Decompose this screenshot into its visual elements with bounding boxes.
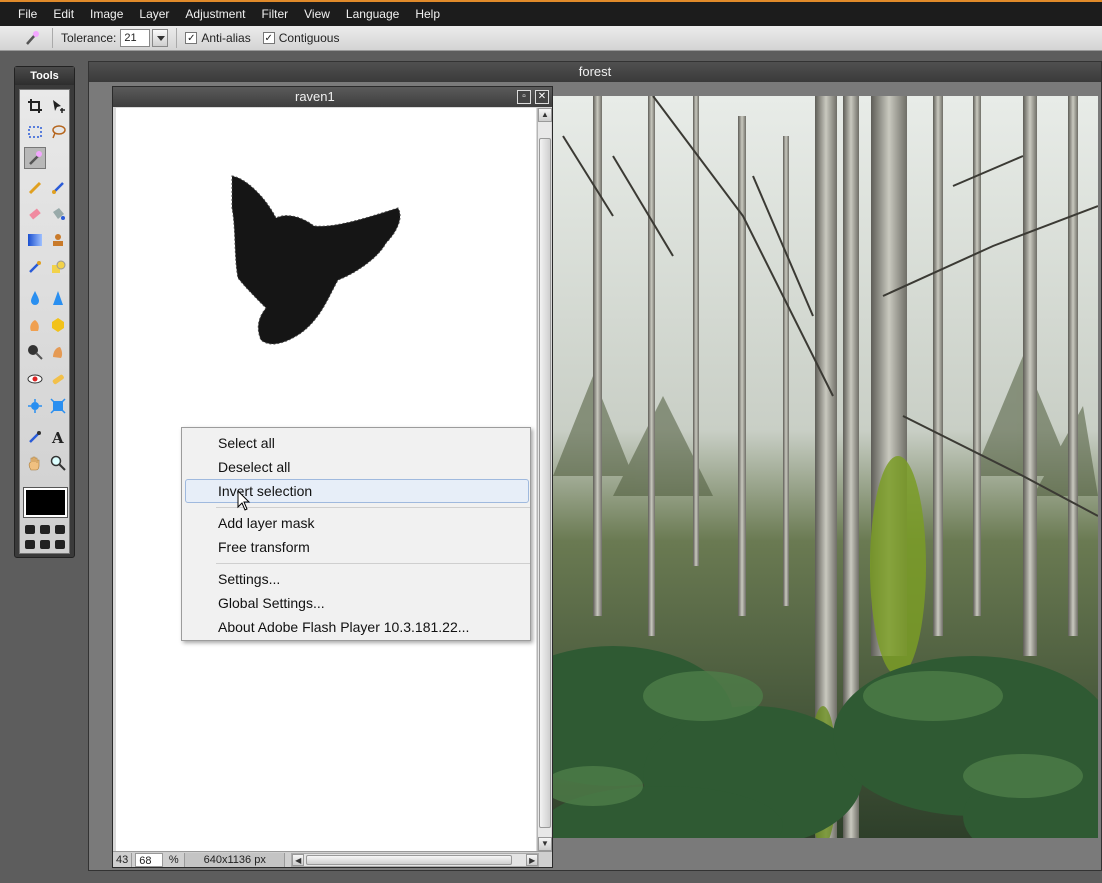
eraser-icon[interactable] [24, 203, 46, 225]
zoom-input[interactable]: 68 [135, 852, 164, 867]
forest-photo [553, 96, 1098, 838]
menu-item-about-flash[interactable]: About Adobe Flash Player 10.3.181.22... [218, 616, 469, 638]
move-icon[interactable] [47, 95, 69, 117]
burn-icon[interactable] [47, 341, 69, 363]
menu-view[interactable]: View [296, 3, 338, 25]
marquee-icon[interactable] [24, 121, 46, 143]
bucket-icon[interactable] [47, 203, 69, 225]
raven-window-titlebar[interactable]: raven1 ▫ ✕ [113, 87, 552, 107]
swatch-preset[interactable] [40, 525, 50, 534]
swatch-preset[interactable] [55, 540, 65, 549]
foreground-color-swatch[interactable] [23, 487, 68, 518]
checkmark-icon: ✓ [185, 32, 198, 44]
menu-item-settings[interactable]: Settings... [218, 568, 280, 590]
zoom-percent-label: % [163, 852, 186, 867]
menu-file[interactable]: File [10, 3, 45, 25]
image-size-label: 640x1136 px [185, 852, 286, 867]
menu-item-select-all[interactable]: Select all [218, 432, 275, 454]
status-value: 43 [113, 852, 133, 867]
swatch-preset[interactable] [25, 540, 35, 549]
menu-item-deselect-all[interactable]: Deselect all [218, 456, 290, 478]
menu-item-invert-selection[interactable]: Invert selection [218, 480, 312, 502]
pencil-icon[interactable] [24, 177, 46, 199]
type-icon[interactable]: A [47, 426, 69, 448]
menu-help[interactable]: Help [407, 3, 448, 25]
sharpen-icon[interactable] [47, 287, 69, 309]
forest-image-canvas[interactable] [553, 96, 1098, 838]
options-divider [52, 28, 53, 48]
red-eye-icon[interactable] [24, 368, 46, 390]
tools-panel-title: Tools [15, 67, 74, 85]
zoom-icon[interactable] [47, 452, 69, 474]
svg-text:A: A [51, 429, 64, 445]
spot-heal-icon[interactable] [47, 368, 69, 390]
pinch-icon[interactable] [47, 395, 69, 417]
horizontal-scrollbar[interactable]: ◀ ▶ [291, 852, 540, 867]
horizontal-scroll-thumb[interactable] [306, 854, 513, 865]
antialias-checkbox[interactable]: ✓ Anti-alias [185, 31, 251, 45]
tolerance-dropdown-button[interactable] [152, 29, 169, 47]
close-icon[interactable]: ✕ [535, 90, 549, 104]
vertical-scroll-thumb[interactable] [539, 138, 551, 828]
tolerance-label: Tolerance: [61, 31, 117, 45]
crop-icon[interactable] [24, 95, 46, 117]
brush-icon[interactable] [47, 177, 69, 199]
vertical-scrollbar[interactable]: ▲ ▼ [537, 108, 552, 851]
color-replace-icon[interactable] [24, 256, 46, 278]
bloat-icon[interactable] [24, 395, 46, 417]
hand-icon[interactable] [24, 452, 46, 474]
mouse-cursor-icon [237, 490, 251, 511]
dodge-icon[interactable] [24, 341, 46, 363]
antialias-label: Anti-alias [201, 31, 251, 45]
stamp-icon[interactable] [47, 229, 69, 251]
contiguous-label: Contiguous [278, 31, 340, 45]
shapes-icon[interactable] [47, 256, 69, 278]
scroll-left-icon[interactable]: ◀ [292, 853, 305, 866]
options-divider [176, 28, 178, 48]
menu-separator [216, 507, 530, 508]
gradient-icon[interactable] [24, 229, 46, 251]
menu-item-global-settings[interactable]: Global Settings... [218, 592, 325, 614]
tools-grid: A [19, 89, 70, 554]
smudge-icon[interactable] [24, 314, 46, 336]
raven-status-bar: 43 68 % 640x1136 px ◀ ▶ [113, 851, 552, 867]
context-menu: Select all Deselect all Invert selection… [181, 427, 531, 641]
menu-bar: File Edit Image Layer Adjustment Filter … [0, 0, 1102, 26]
menu-filter[interactable]: Filter [253, 3, 296, 25]
menu-separator [216, 563, 530, 564]
raven-window-title: raven1 [295, 89, 335, 104]
menu-adjustment[interactable]: Adjustment [177, 3, 253, 25]
maximize-icon[interactable]: ▫ [517, 90, 531, 104]
swatch-preset[interactable] [25, 525, 35, 534]
tool-options-bar: Tolerance: 21 ✓ Anti-alias ✓ Contiguous [0, 26, 1102, 51]
menu-image[interactable]: Image [82, 3, 131, 25]
blur-icon[interactable] [24, 287, 46, 309]
menu-language[interactable]: Language [338, 3, 407, 25]
lasso-icon[interactable] [47, 121, 69, 143]
swatch-preset[interactable] [55, 525, 65, 534]
contiguous-checkbox[interactable]: ✓ Contiguous [262, 31, 340, 45]
color-picker-icon[interactable] [24, 426, 46, 448]
checkmark-icon: ✓ [262, 32, 275, 44]
scroll-right-icon[interactable]: ▶ [526, 853, 539, 866]
scroll-up-icon[interactable]: ▲ [538, 108, 552, 122]
magic-wand-icon[interactable] [24, 147, 46, 169]
menu-edit[interactable]: Edit [45, 3, 82, 25]
forest-window-title[interactable]: forest [89, 62, 1101, 82]
tools-panel: Tools A [14, 66, 75, 558]
tolerance-input[interactable]: 21 [120, 29, 151, 47]
sponge-icon[interactable] [47, 314, 69, 336]
magic-wand-option-icon [20, 28, 44, 48]
menu-item-add-layer-mask[interactable]: Add layer mask [218, 512, 314, 534]
menu-layer[interactable]: Layer [131, 3, 177, 25]
scroll-down-icon[interactable]: ▼ [538, 837, 552, 851]
swatch-preset[interactable] [40, 540, 50, 549]
menu-item-free-transform[interactable]: Free transform [218, 536, 310, 558]
